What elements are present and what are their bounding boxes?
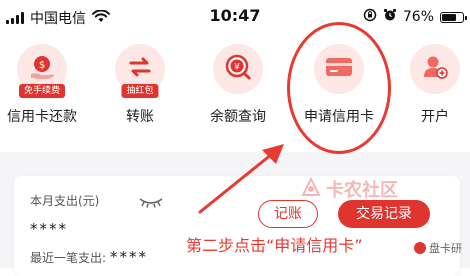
promo-badge: 抽红包 (121, 84, 159, 98)
eye-closed-icon[interactable] (138, 193, 164, 212)
battery-fill (442, 13, 456, 21)
monthly-spend-title: 本月支出(元) (30, 194, 100, 208)
watermark: 卡农社区 (300, 176, 398, 202)
bookkeeping-button[interactable]: 记账 (258, 200, 318, 228)
action-icon-circle (410, 44, 460, 94)
transaction-record-button[interactable]: 交易记录 (338, 200, 430, 228)
battery-icon (440, 11, 467, 23)
add-user-icon (421, 53, 449, 85)
svg-text:¥: ¥ (234, 63, 240, 73)
transfer-arrows-icon (126, 53, 154, 85)
annotation-text: 第二步点击“申请信用卡” (186, 236, 363, 255)
promo-badge: 免手续费 (18, 84, 66, 98)
alarm-icon (383, 8, 397, 26)
watermark-logo-icon (300, 176, 322, 202)
corner-watermark-text: 盘卡研 (429, 242, 462, 255)
action-balance-query[interactable]: ¥ 余额查询 (188, 44, 288, 126)
status-right: 76% (363, 8, 467, 26)
monthly-spend-amount: **** (30, 220, 68, 238)
last-spend-label: 最近一笔支出: (30, 251, 107, 265)
last-spend-row: 最近一笔支出: **** (30, 248, 148, 266)
corner-watermark: 盘卡研 (414, 240, 462, 256)
status-bar: 中国电信 10:47 76% (0, 0, 470, 34)
last-spend-value: **** (110, 248, 149, 266)
svg-text:$: $ (39, 60, 45, 71)
money-hand-icon: $ (27, 52, 57, 86)
quick-actions: $ 免手续费 信用卡还款 抽红包 转账 ¥ 余额查询 申请信用卡 开户 (0, 44, 470, 142)
corner-watermark-logo-icon (414, 242, 426, 254)
action-icon-circle: 抽红包 (115, 44, 165, 98)
action-icon-circle: $ 免手续费 (17, 44, 67, 98)
highlight-ellipse (287, 22, 391, 154)
yen-search-icon: ¥ (223, 52, 253, 86)
action-credit-card-repayment[interactable]: $ 免手续费 信用卡还款 (0, 44, 92, 126)
action-label: 转账 (126, 109, 154, 125)
action-open-account[interactable]: 开户 (385, 44, 470, 126)
action-transfer[interactable]: 抽红包 转账 (90, 44, 190, 126)
battery-percent: 76% (402, 9, 434, 25)
action-label: 余额查询 (210, 109, 266, 125)
action-icon-circle: ¥ (213, 44, 263, 94)
watermark-text: 卡农社区 (326, 180, 398, 201)
rotation-lock-icon (363, 8, 377, 26)
action-label: 开户 (421, 109, 449, 125)
action-label: 信用卡还款 (7, 109, 77, 125)
